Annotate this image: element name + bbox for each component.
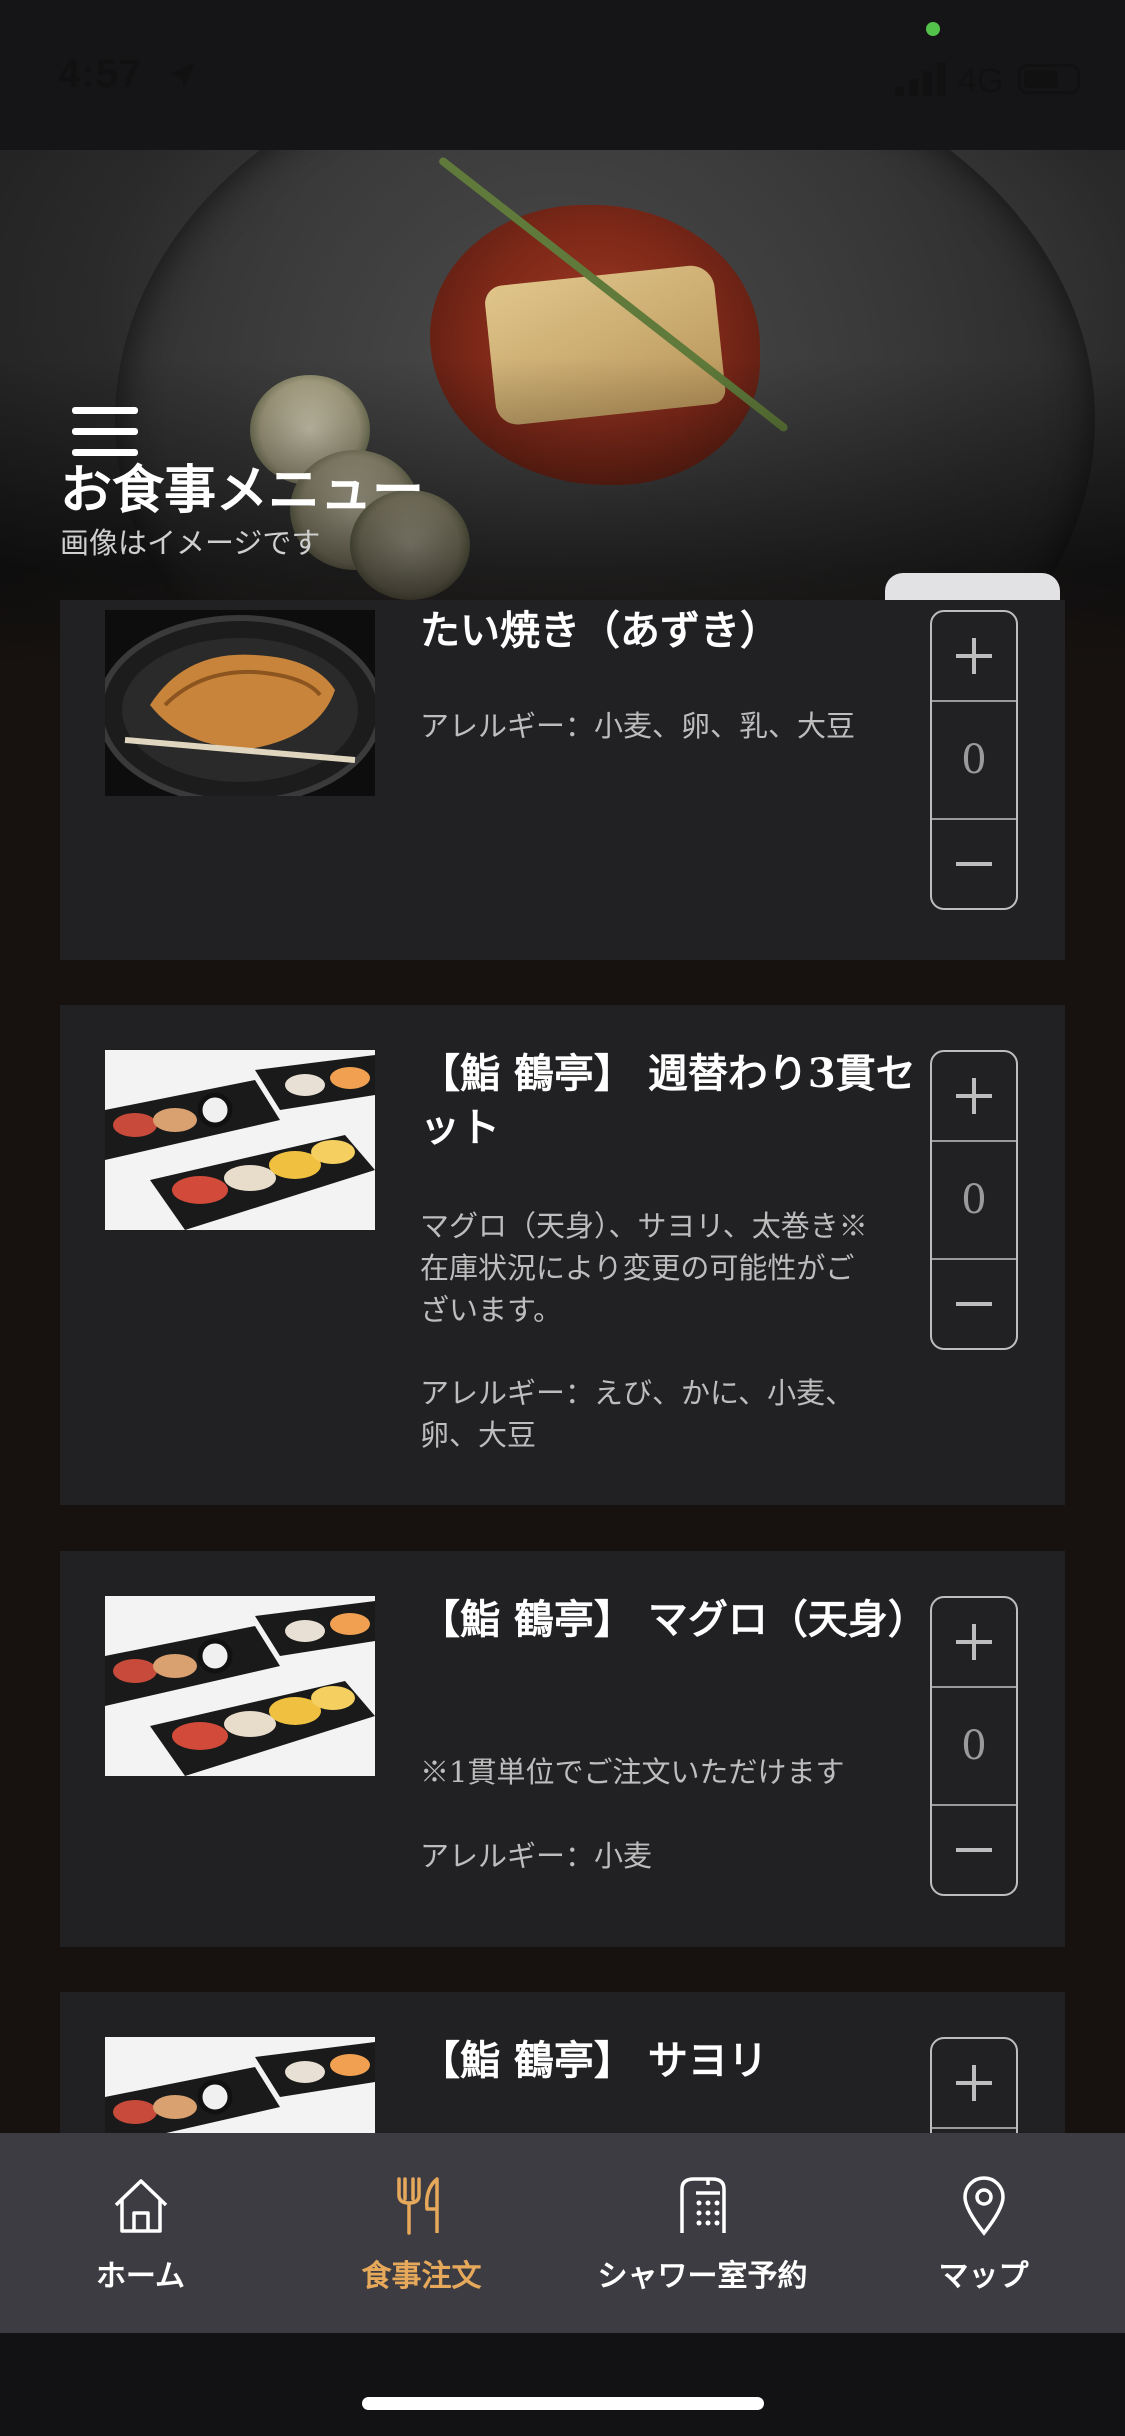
privacy-indicator <box>926 22 940 36</box>
page-subtitle: 画像はイメージです <box>60 526 321 560</box>
tab-shower-booking-label: シャワー室予約 <box>597 2259 808 2294</box>
increment-button[interactable] <box>932 612 1016 702</box>
quantity-stepper: 0 <box>930 610 1018 910</box>
tab-home[interactable]: ホーム <box>0 2133 281 2333</box>
item-image-sushi <box>105 2037 375 2133</box>
quantity-stepper: 0 <box>930 1050 1018 1350</box>
tab-bar: ホーム 食事注文 シャワー室予約 マップ <box>0 2133 1125 2333</box>
decrement-button[interactable] <box>932 818 1016 908</box>
quantity-value: 0 <box>961 1723 987 1769</box>
item-image-taiyaki <box>105 610 375 796</box>
increment-button[interactable] <box>932 2039 1016 2129</box>
header-hero: 履歴 <box>0 150 1125 670</box>
tab-meal-order[interactable]: 食事注文 <box>281 2133 562 2333</box>
menu-item-card: 【鮨 鶴亭】 週替わり3貫セット マグロ（天身）、サヨリ、太巻き※在庫状況により… <box>60 1005 1065 1505</box>
plus-icon <box>956 1624 992 1660</box>
plus-icon <box>956 2065 992 2101</box>
network-label: 4G <box>958 62 1004 100</box>
location-arrow-icon <box>169 63 194 89</box>
minus-icon <box>956 1302 992 1306</box>
decrement-button[interactable] <box>932 1258 1016 1348</box>
plus-icon <box>956 638 992 674</box>
item-image-sushi <box>105 1050 375 1230</box>
quantity-value: 0 <box>961 737 987 783</box>
tab-meal-order-label: 食事注文 <box>361 2259 482 2294</box>
signal-icon <box>895 62 946 96</box>
home-icon <box>114 2179 167 2233</box>
item-allergy: アレルギー：えび、かに、小麦、卵、大豆 <box>420 1376 855 1452</box>
increment-button[interactable] <box>932 1598 1016 1688</box>
tab-shower-booking[interactable]: シャワー室予約 <box>562 2133 843 2333</box>
menu-item-card: 【鮨 鶴亭】 マグロ（天身） ※1貫単位でご注文いただけます アレルギー：小麦 … <box>60 1551 1065 1947</box>
quantity-value: 0 <box>961 1177 987 1223</box>
tab-map-label: マップ <box>938 2259 1029 2294</box>
minus-icon <box>956 1848 992 1852</box>
map-pin-icon <box>962 2176 1005 2236</box>
menu-item-card: 【鮨 鶴亭】 サヨリ <box>60 1992 1065 2133</box>
menu-item-card: たい焼き（あずき） アレルギー：小麦、卵、乳、大豆 0 <box>60 600 1065 960</box>
status-bar: 4:57 4G <box>0 0 1125 150</box>
item-name: たい焼き（あずき） <box>420 607 780 654</box>
page-title: お食事メニュー <box>60 460 425 521</box>
quantity-stepper: 0 <box>930 1596 1018 1896</box>
increment-button[interactable] <box>932 1052 1016 1142</box>
plus-icon <box>956 1078 992 1114</box>
item-name: 【鮨 鶴亭】 マグロ（天身） <box>420 1596 928 1643</box>
item-description: ※1貫単位でご注文いただけます <box>420 1755 845 1789</box>
tab-map[interactable]: マップ <box>843 2133 1124 2333</box>
status-time: 4:57 <box>58 52 143 96</box>
home-indicator[interactable] <box>362 2397 764 2410</box>
home-indicator-area <box>0 2333 1125 2436</box>
item-allergy: アレルギー：小麦、卵、乳、大豆 <box>420 709 856 743</box>
shower-icon <box>679 2177 726 2233</box>
item-description: マグロ（天身）、サヨリ、太巻き※在庫状況により変更の可能性がございます。 <box>420 1209 868 1327</box>
tab-home-label: ホーム <box>95 2259 186 2294</box>
item-name: 【鮨 鶴亭】 週替わり3貫セット <box>420 1050 916 1151</box>
fork-knife-icon <box>396 2177 439 2235</box>
quantity-stepper <box>930 2037 1018 2133</box>
battery-icon <box>1018 64 1080 94</box>
decrement-button[interactable] <box>932 1804 1016 1894</box>
minus-icon <box>956 862 992 866</box>
item-name: 【鮨 鶴亭】 サヨリ <box>420 2037 768 2084</box>
item-allergy: アレルギー：小麦 <box>420 1839 653 1873</box>
item-image-sushi <box>105 1596 375 1776</box>
